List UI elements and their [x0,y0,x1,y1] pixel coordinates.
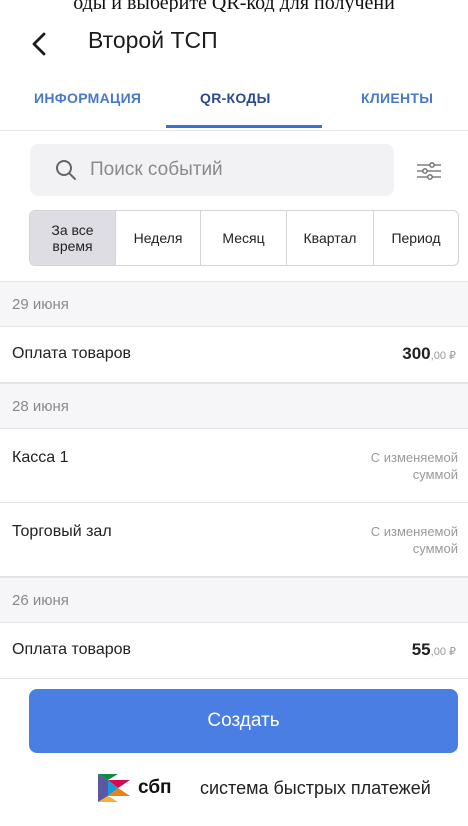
period-label: Период [391,230,441,246]
period-selector: За все время Неделя Месяц Квартал Период [29,210,459,266]
period-week[interactable]: Неделя [116,211,201,265]
tab-qr-codes[interactable]: QR-КОДЫ [200,90,271,106]
list-item[interactable]: Торговый зал С изменяемой суммой [0,503,468,577]
tab-information[interactable]: ИНФОРМАЦИЯ [34,90,141,106]
item-amount: 300,00 ₽ [402,344,456,363]
period-label: Неделя [133,230,183,246]
item-name: Касса 1 [12,449,69,466]
period-label: Месяц [222,230,265,246]
qr-code-list: 29 июня Оплата товаров 300,00 ₽ 28 июня … [0,281,468,679]
filter-icon[interactable] [414,156,444,186]
date-header: 26 июня [0,577,468,623]
date-header: 28 июня [0,383,468,429]
list-item[interactable]: Касса 1 С изменяемой суммой [0,429,468,503]
item-note: С изменяемой суммой [370,524,458,556]
page-title: Второй ТСП [88,27,218,53]
create-button[interactable]: Создать [29,689,458,753]
tab-bar: ИНФОРМАЦИЯ QR-КОДЫ КЛИЕНТЫ [0,86,468,131]
item-note: С изменяемой суммой [370,450,458,482]
sbp-text: система быстрых платежей [200,778,431,798]
search-box[interactable] [30,144,394,196]
top-caption: оды и выберите QR-код для получени [73,0,395,12]
list-item[interactable]: Оплата товаров 55,00 ₽ [0,623,468,679]
search-icon [54,158,78,187]
period-quarter[interactable]: Квартал [287,211,374,265]
date-header: 29 июня [0,281,468,327]
sbp-logo-icon [96,770,132,811]
active-tab-indicator [166,125,322,128]
period-label: Квартал [303,230,357,246]
period-month[interactable]: Месяц [201,211,287,265]
item-amount: 55,00 ₽ [411,640,456,659]
item-name: Оплата товаров [12,345,132,362]
period-all-time[interactable]: За все время [30,211,116,265]
list-item[interactable]: Оплата товаров 300,00 ₽ [0,327,468,383]
app-header: Второй ТСП [0,18,468,74]
tab-clients[interactable]: КЛИЕНТЫ [361,90,433,106]
item-name: Торговый зал [12,523,112,540]
search-input[interactable] [90,144,380,196]
item-name: Оплата товаров [12,641,132,658]
back-button[interactable] [30,26,60,62]
period-label: За все время [51,222,94,254]
sbp-abbr: сбп [138,777,172,798]
period-custom[interactable]: Период [374,211,458,265]
chevron-left-icon [30,26,60,62]
